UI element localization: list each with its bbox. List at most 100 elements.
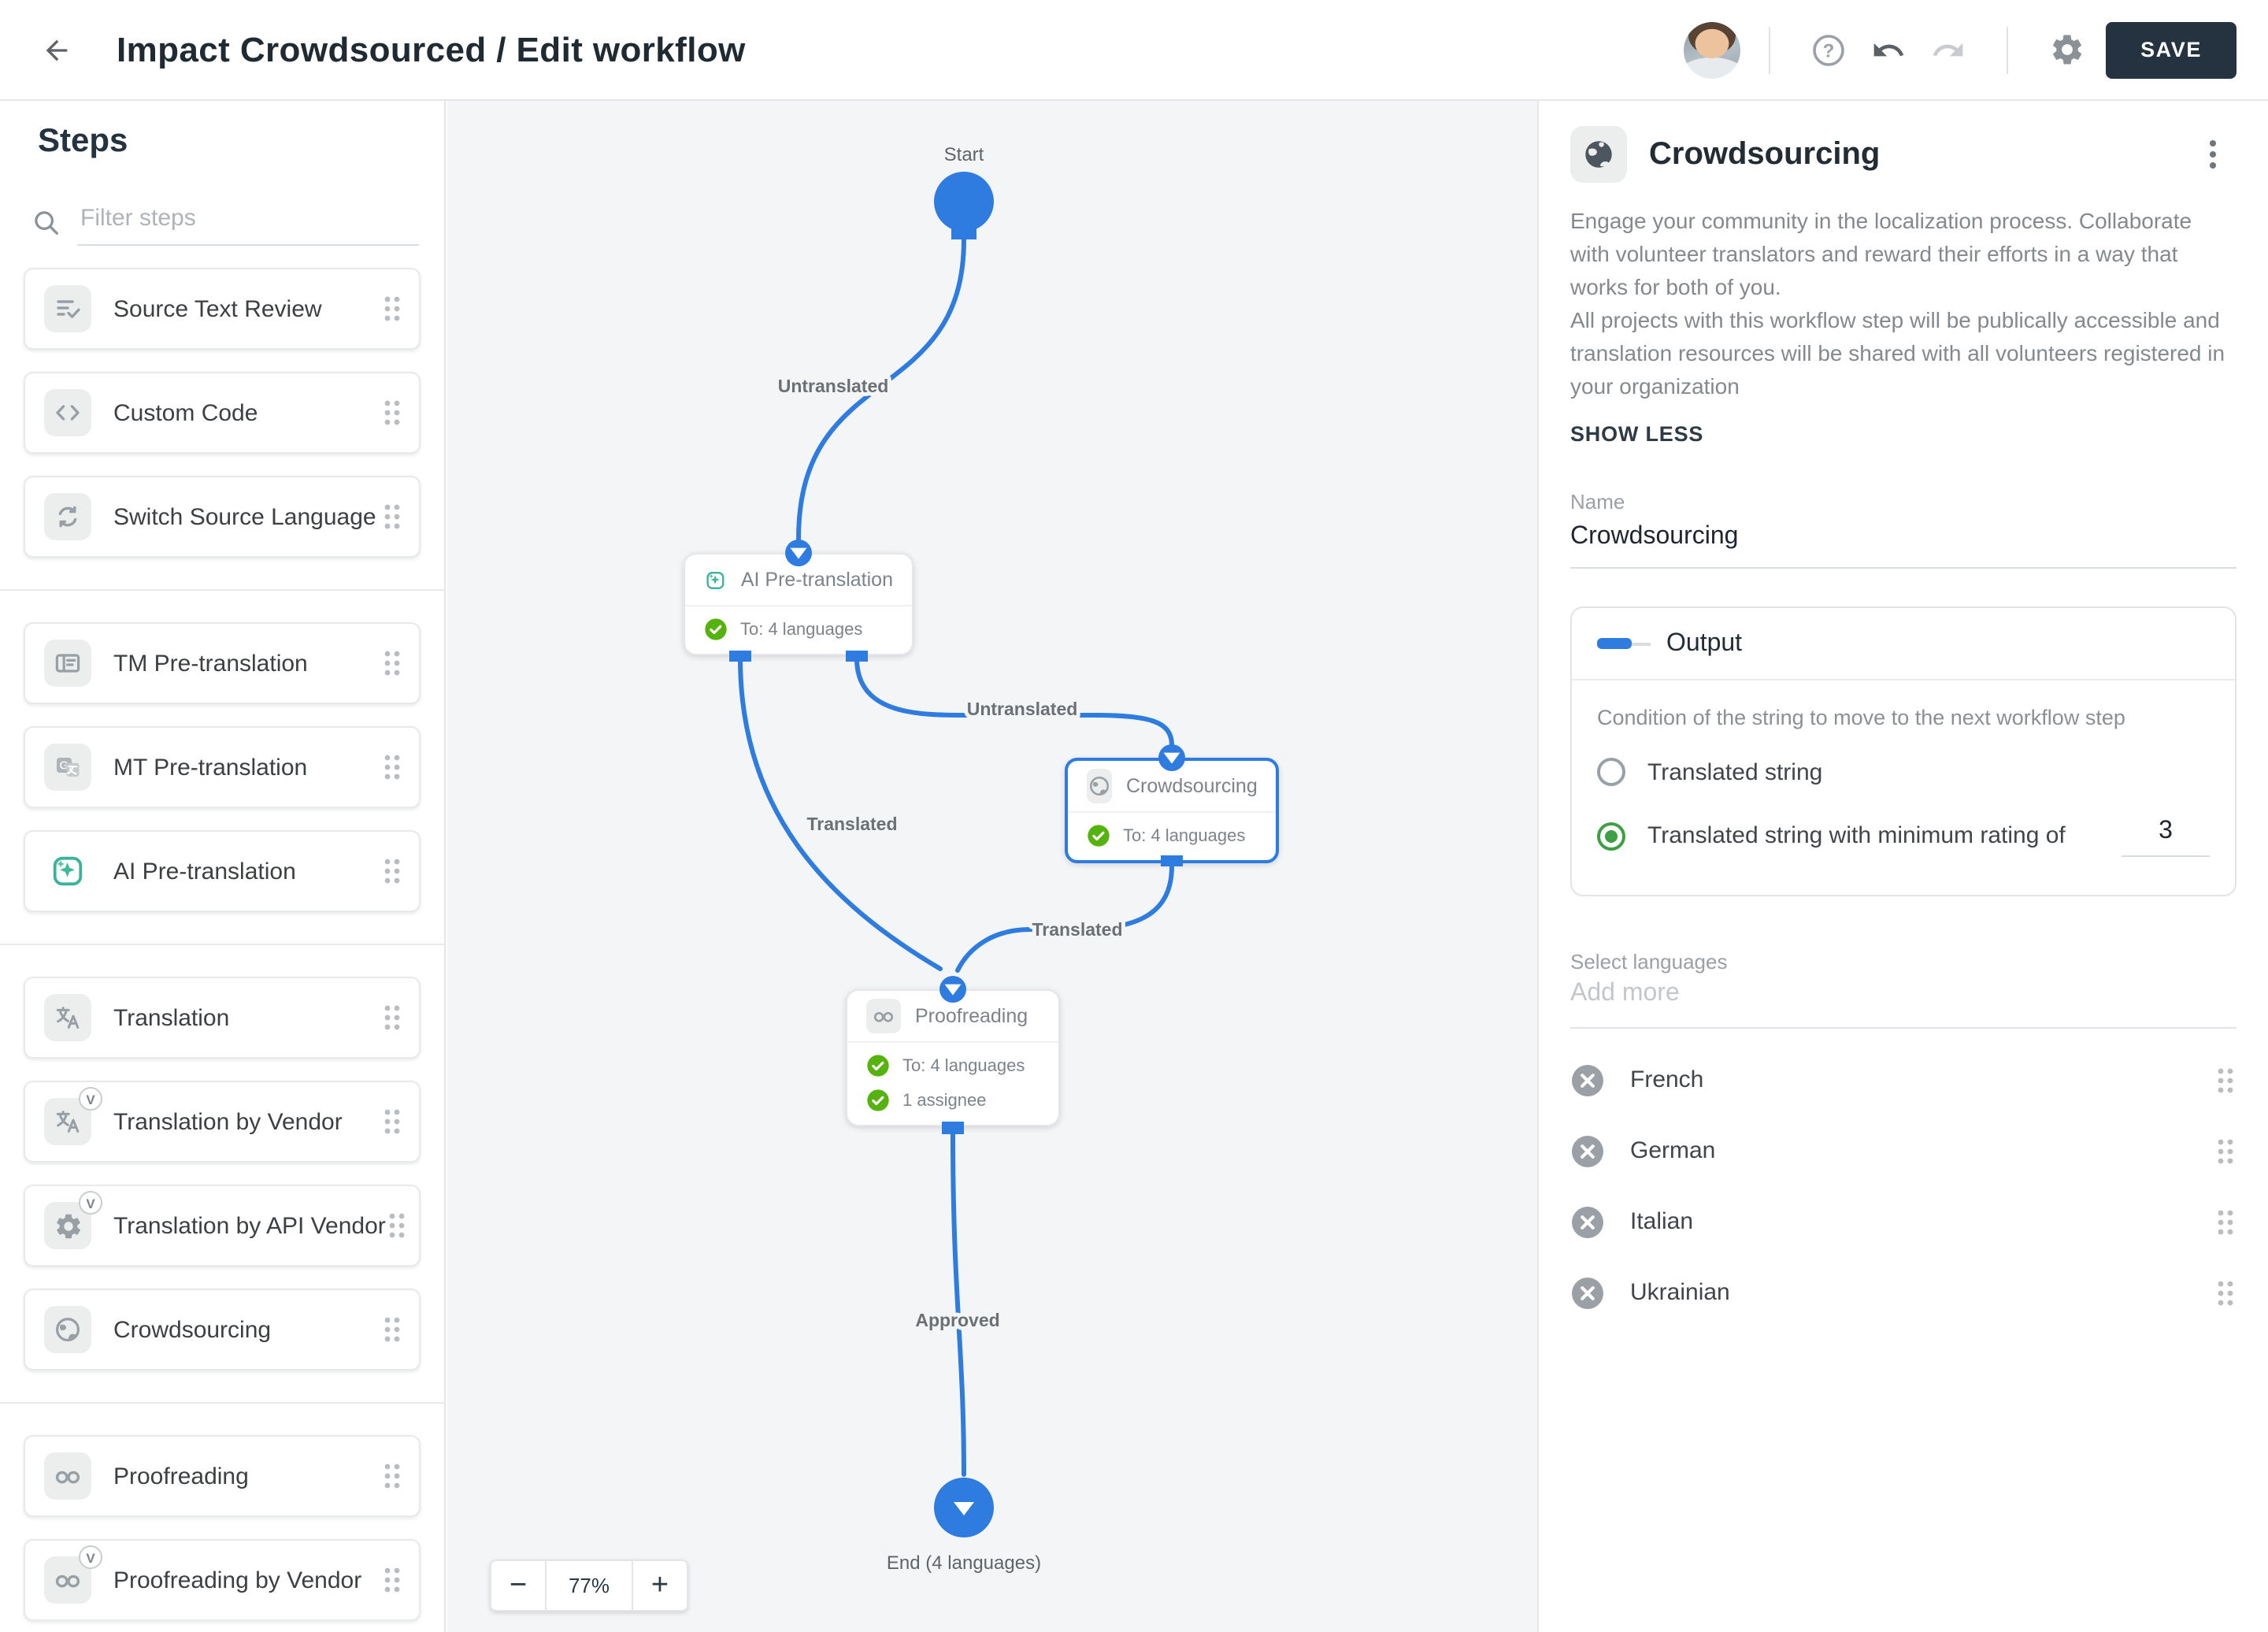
translation-by-api-vendor-icon: V (44, 1191, 102, 1249)
drag-handle-icon[interactable] (2214, 1206, 2236, 1237)
name-label: Name (1570, 490, 1625, 514)
step-label: Custom Code (113, 399, 258, 426)
vendor-badge: V (79, 1191, 102, 1215)
drag-handle-icon[interactable] (381, 751, 403, 783)
step-card-ai-pre-translation[interactable]: AI Pre-translation (24, 830, 421, 912)
step-card-proofreading-by-vendor[interactable]: V Proofreading by Vendor (24, 1539, 421, 1621)
drag-handle-icon[interactable] (381, 1564, 403, 1596)
crowdsourcing-icon (1087, 769, 1112, 803)
edge-ai-to-proofreading (738, 656, 943, 971)
drag-handle-icon[interactable] (381, 1314, 403, 1345)
node-languages: To: 4 languages (902, 1056, 1025, 1075)
ai-pre-translation-icon (44, 848, 91, 895)
translation-by-vendor-icon: V (44, 1087, 102, 1145)
help-button[interactable]: ? (1799, 20, 1858, 80)
x-circle-icon (1572, 1135, 1603, 1167)
condition-label: Condition of the string to move to the n… (1597, 706, 2125, 729)
edge-proofreading-to-end (951, 1132, 966, 1477)
step-description: Engage your community in the localizatio… (1570, 205, 2236, 403)
node-crowdsourcing[interactable]: Crowdsourcing To: 4 languages (1065, 758, 1279, 863)
step-card-translation-by-api-vendor[interactable]: V Translation by API Vendor (24, 1185, 421, 1267)
node-languages-row: To: 4 languages (1087, 824, 1257, 848)
remove-language-button[interactable] (1570, 1133, 1605, 1168)
step-card-crowdsourcing[interactable]: Crowdsourcing (24, 1289, 421, 1371)
x-circle-icon (1572, 1277, 1603, 1308)
step-card-custom-code[interactable]: Custom Code (24, 372, 421, 454)
remove-language-button[interactable] (1570, 1063, 1605, 1097)
sidebar-title: Steps (38, 123, 128, 159)
avatar[interactable] (1684, 21, 1741, 78)
step-label: Crowdsourcing (113, 1316, 272, 1343)
min-rating-input[interactable] (2122, 814, 2210, 857)
workflow-canvas[interactable]: AI Pre-translation To: 4 languages Crowd… (447, 101, 1537, 1632)
step-card-tm-pre-translation[interactable]: TM Pre-translation (24, 622, 421, 704)
drag-handle-icon[interactable] (381, 1106, 403, 1137)
ai-pre-translation-icon (706, 571, 724, 588)
step-label: Translation by Vendor (113, 1108, 343, 1135)
node-title: AI Pre-translation (740, 569, 893, 591)
check-circle-icon (866, 1089, 890, 1112)
drag-handle-icon[interactable] (381, 293, 403, 325)
node-languages-row: To: 4 languages (704, 618, 893, 641)
zoom-control: − 77% + (490, 1560, 688, 1612)
step-card-mt-pre-translation[interactable]: G MT Pre-translation (24, 726, 421, 808)
kebab-menu-button[interactable] (2189, 131, 2236, 178)
redo-button[interactable] (1918, 20, 1978, 80)
step-card-proofreading[interactable]: Proofreading (24, 1435, 421, 1517)
node-ai-pre-translation[interactable]: AI Pre-translation To: 4 languages (684, 553, 914, 655)
switch-source-language-icon (44, 493, 91, 540)
filter-steps-row (32, 198, 419, 246)
edge-label-translated-2: Translated (1032, 919, 1122, 940)
undo-icon (1873, 42, 1904, 56)
undo-button[interactable] (1858, 20, 1918, 80)
drag-handle-icon[interactable] (381, 397, 403, 428)
drag-handle-icon[interactable] (2214, 1135, 2236, 1167)
step-card-translation[interactable]: Translation (24, 977, 421, 1059)
drag-handle-icon[interactable] (381, 855, 403, 887)
check-circle-icon (704, 618, 728, 641)
back-button[interactable] (25, 18, 88, 81)
node-title: Crowdsourcing (1126, 775, 1258, 797)
selected-languages-list: French German Italian Ukrainian (1570, 1044, 2236, 1328)
mt-pre-translation-icon: G (44, 744, 91, 791)
zoom-out-button[interactable]: − (490, 1560, 547, 1612)
step-label: Source Text Review (113, 295, 322, 322)
edge-crowdsourcing-to-proofreading (955, 864, 1174, 973)
node-assignee-row: 1 assignee (866, 1089, 1040, 1112)
drag-handle-icon[interactable] (2214, 1064, 2236, 1096)
show-less-link[interactable]: SHOW LESS (1570, 422, 1703, 446)
node-proofreading[interactable]: Proofreading To: 4 languages 1 assignee (846, 989, 1060, 1126)
name-input[interactable] (1570, 514, 2236, 569)
radio-min-rating[interactable] (1597, 822, 1625, 850)
drag-handle-icon[interactable] (386, 1210, 408, 1241)
zoom-in-button[interactable]: + (632, 1560, 688, 1612)
edge-label-translated-1: Translated (806, 814, 897, 834)
remove-language-button[interactable] (1570, 1275, 1605, 1310)
node-header: Proofreading (847, 991, 1058, 1043)
radio-translated-string[interactable] (1597, 758, 1625, 786)
end-node[interactable] (934, 1478, 994, 1537)
save-button[interactable]: SAVE (2106, 21, 2236, 78)
vendor-badge: V (79, 1545, 102, 1569)
drag-handle-icon[interactable] (381, 1002, 403, 1033)
add-language-input[interactable] (1570, 974, 2236, 1029)
radio-row-translated: Translated string (1597, 758, 2210, 786)
x-circle-icon (1572, 1064, 1603, 1096)
drag-handle-icon[interactable] (381, 1460, 403, 1492)
drag-handle-icon[interactable] (381, 501, 403, 532)
drag-handle-icon[interactable] (2214, 1277, 2236, 1308)
start-node[interactable] (934, 172, 994, 239)
check-circle-icon (1087, 824, 1110, 848)
group-divider (0, 589, 444, 591)
remove-language-button[interactable] (1570, 1204, 1605, 1239)
step-card-source-text-review[interactable]: Source Text Review (24, 268, 421, 350)
divider (1769, 26, 1771, 73)
group-divider (0, 1402, 444, 1404)
settings-button[interactable] (2036, 20, 2096, 80)
filter-steps-input[interactable] (77, 198, 419, 246)
drag-handle-icon[interactable] (381, 647, 403, 679)
step-card-switch-source-language[interactable]: Switch Source Language (24, 476, 421, 558)
node-body: To: 4 languages (1068, 813, 1276, 860)
step-card-translation-by-vendor[interactable]: V Translation by Vendor (24, 1081, 421, 1163)
page-title: Impact Crowdsourced / Edit workflow (117, 29, 746, 69)
